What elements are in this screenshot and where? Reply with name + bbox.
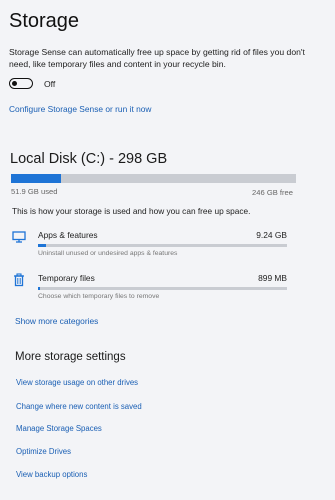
category-size: 9.24 GB [256,230,287,240]
more-storage-settings-heading: More storage settings [15,351,126,363]
view-backup-options-link[interactable]: View backup options [16,470,87,479]
category-usage-fill [38,244,46,247]
category-description: Choose which temporary files to remove [38,293,160,300]
storage-sense-toggle-row: Off [9,78,55,89]
storage-settings-page: Storage Storage Sense can automatically … [0,0,335,500]
category-usage-bar [38,244,287,247]
optimize-drives-link[interactable]: Optimize Drives [16,447,71,456]
configure-storage-sense-link[interactable]: Configure Storage Sense or run it now [9,104,151,114]
disk-free-label: 246 GB free [252,188,293,197]
category-size: 899 MB [258,273,287,283]
disk-used-label: 51.9 GB used [11,187,58,196]
toggle-knob [12,80,17,86]
storage-sense-description: Storage Sense can automatically free up … [9,47,305,69]
category-description: Uninstall unused or undesired apps & fea… [38,250,178,257]
category-apps-features[interactable]: Apps & features 9.24 GB Uninstall unused… [12,230,287,262]
disk-usage-fill [11,174,61,183]
manage-storage-spaces-link[interactable]: Manage Storage Spaces [16,424,102,433]
disk-usage-bar [11,174,296,183]
view-storage-other-drives-link[interactable]: View storage usage on other drives [16,378,138,387]
change-new-content-location-link[interactable]: Change where new content is saved [16,402,142,411]
monitor-icon [12,230,30,246]
category-usage-fill [38,287,41,290]
trash-icon [12,273,30,289]
page-title: Storage [9,10,80,32]
show-more-categories-link[interactable]: Show more categories [15,316,98,326]
toggle-state-label: Off [44,78,56,89]
disk-title: Local Disk (C:) - 298 GB [10,151,168,167]
storage-sense-toggle[interactable] [9,78,33,89]
category-usage-bar [38,287,287,290]
category-temporary-files[interactable]: Temporary files 899 MB Choose which temp… [12,273,287,305]
storage-usage-description: This is how your storage is used and how… [12,206,251,216]
category-name: Apps & features [38,230,98,240]
category-name: Temporary files [38,273,95,283]
